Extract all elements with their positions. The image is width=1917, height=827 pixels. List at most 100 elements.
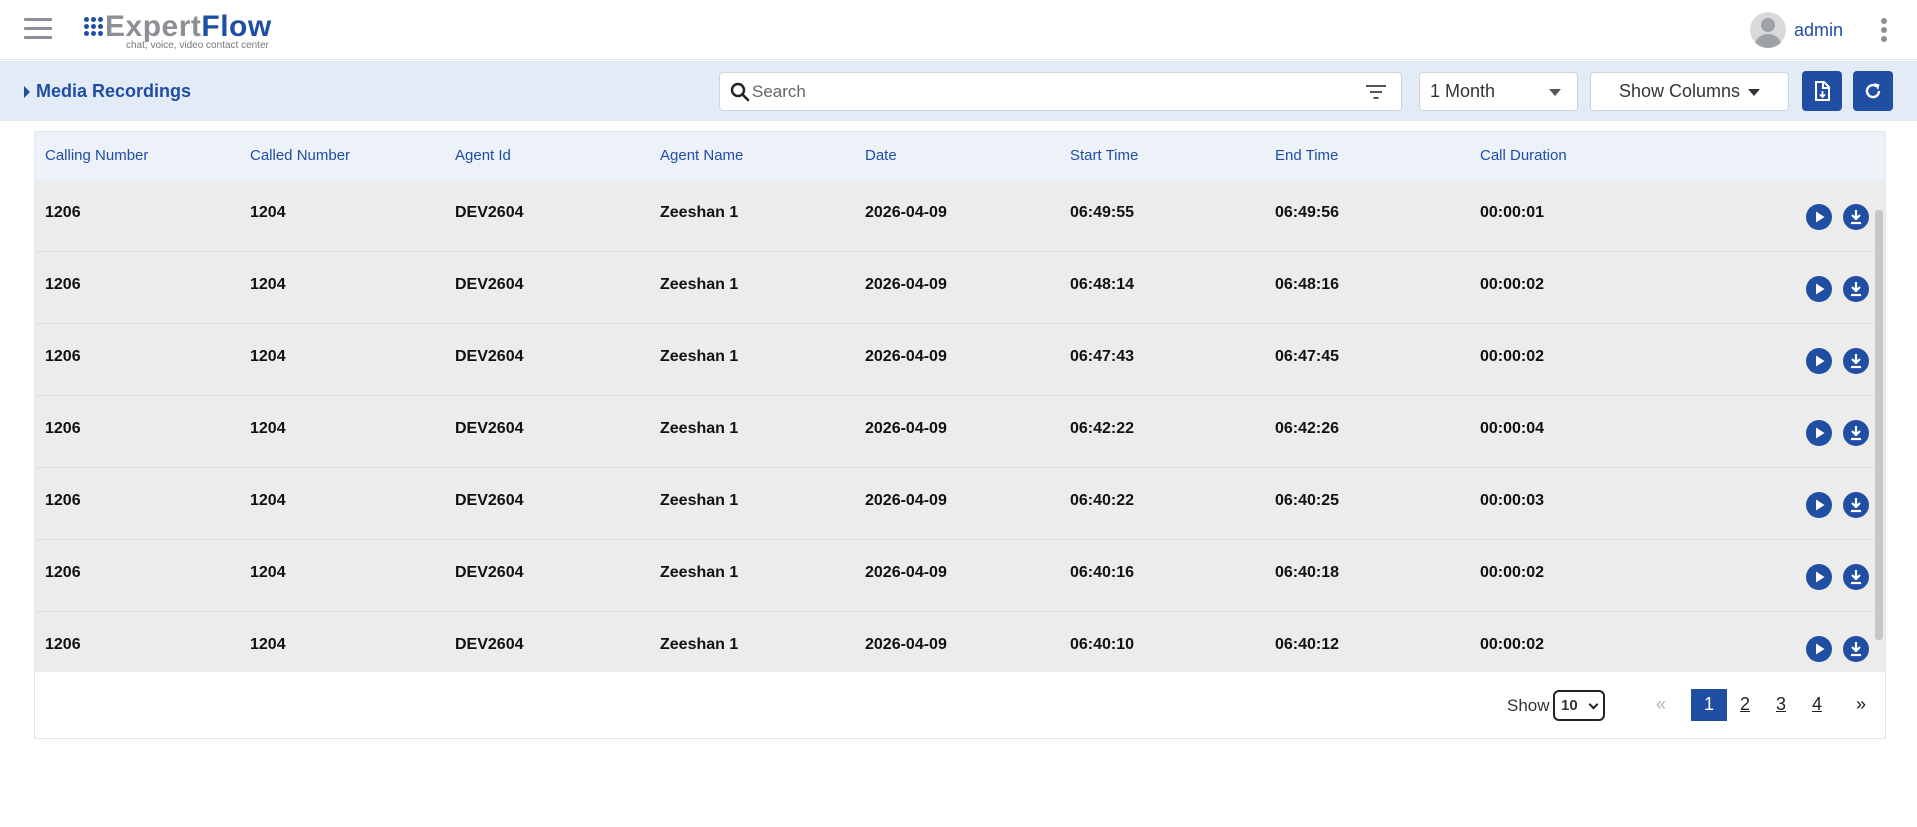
- col-start-time[interactable]: Start Time: [1070, 147, 1138, 164]
- user-menu[interactable]: admin: [1749, 11, 1843, 49]
- page-size-select[interactable]: 10: [1553, 690, 1605, 721]
- search-box: [719, 72, 1402, 111]
- page-4-button[interactable]: 4: [1807, 689, 1827, 721]
- table-row[interactable]: 1206 1204 DEV2604 Zeeshan 1 2026-04-09 06:49:…: [35, 180, 1873, 252]
- cell-date: 2026-04-09: [865, 348, 947, 365]
- cell-end-time: 06:40:18: [1275, 564, 1340, 581]
- cell-agent-id: DEV2604: [455, 492, 524, 509]
- search-input[interactable]: [752, 79, 1332, 105]
- cell-call-duration: 00:00:02: [1480, 636, 1545, 653]
- table-body[interactable]: 1206 1204 DEV2604 Zeeshan 1 2026-04-09 06:49:…: [35, 180, 1885, 672]
- refresh-icon: [1865, 83, 1881, 99]
- hamburger-menu-icon[interactable]: [24, 18, 52, 40]
- cell-called-number: 1204: [250, 204, 286, 221]
- more-options-icon[interactable]: [1881, 18, 1889, 44]
- cell-end-time: 06:40:25: [1275, 492, 1340, 509]
- cell-agent-id: DEV2604: [455, 420, 524, 437]
- cell-call-duration: 00:00:02: [1480, 564, 1545, 581]
- table-row[interactable]: 1206 1204 DEV2604 Zeeshan 1 2026-04-09 06:40:…: [35, 612, 1873, 672]
- cell-agent-id: DEV2604: [455, 564, 524, 581]
- cell-start-time: 06:40:10: [1070, 636, 1135, 653]
- cell-calling-number: 1206: [45, 204, 81, 221]
- table-row[interactable]: 1206 1204 DEV2604 Zeeshan 1 2026-04-09 06:40:…: [35, 468, 1873, 540]
- download-icon[interactable]: [1843, 564, 1869, 590]
- col-date[interactable]: Date: [865, 147, 897, 164]
- col-calling-number[interactable]: Calling Number: [45, 147, 148, 164]
- cell-agent-id: DEV2604: [455, 276, 524, 293]
- download-icon[interactable]: [1843, 636, 1869, 662]
- prev-page-button[interactable]: «: [1651, 689, 1671, 721]
- cell-start-time: 06:40:22: [1070, 492, 1135, 509]
- period-select[interactable]: 1 Month: [1419, 72, 1578, 111]
- cell-calling-number: 1206: [45, 420, 81, 437]
- vertical-scrollbar[interactable]: [1875, 210, 1883, 640]
- logo-wordmark: ExpertFlow: [105, 10, 272, 43]
- page-1-button[interactable]: 1: [1691, 689, 1727, 721]
- filter-icon[interactable]: [1365, 84, 1387, 100]
- cell-calling-number: 1206: [45, 492, 81, 509]
- cell-end-time: 06:49:56: [1275, 204, 1340, 221]
- col-agent-id[interactable]: Agent Id: [455, 147, 511, 164]
- cell-agent-id: DEV2604: [455, 636, 524, 653]
- page-title: Media Recordings: [36, 81, 192, 101]
- cell-calling-number: 1206: [45, 276, 81, 293]
- col-end-time[interactable]: End Time: [1275, 147, 1338, 164]
- col-called-number[interactable]: Called Number: [250, 147, 350, 164]
- show-columns-button[interactable]: Show Columns: [1590, 72, 1789, 111]
- cell-date: 2026-04-09: [865, 636, 947, 653]
- cell-date: 2026-04-09: [865, 564, 947, 581]
- cell-agent-id: DEV2604: [455, 348, 524, 365]
- table-header: Calling Number Called Number Agent Id Ag…: [35, 132, 1885, 180]
- cell-agent-name: Zeeshan 1: [660, 564, 739, 581]
- username[interactable]: admin: [1794, 20, 1843, 41]
- cell-date: 2026-04-09: [865, 492, 947, 509]
- next-page-button[interactable]: »: [1851, 689, 1871, 721]
- cell-end-time: 06:47:45: [1275, 348, 1340, 365]
- play-icon[interactable]: [1806, 492, 1832, 518]
- avatar[interactable]: [1749, 12, 1786, 48]
- cell-start-time: 06:47:43: [1070, 348, 1135, 365]
- export-button[interactable]: [1802, 71, 1842, 111]
- play-icon[interactable]: [1806, 276, 1832, 302]
- col-call-duration[interactable]: Call Duration: [1480, 147, 1567, 164]
- caret-down-icon: [1748, 88, 1761, 96]
- page-2-button[interactable]: 2: [1735, 689, 1755, 721]
- cell-agent-name: Zeeshan 1: [660, 420, 739, 437]
- table-row[interactable]: 1206 1204 DEV2604 Zeeshan 1 2026-04-09 06:42:…: [35, 396, 1873, 468]
- download-icon[interactable]: [1843, 348, 1869, 374]
- pagination: Show 10 « 1 2 3 4 »: [35, 672, 1885, 738]
- cell-agent-name: Zeeshan 1: [660, 636, 739, 653]
- cell-agent-name: Zeeshan 1: [660, 492, 739, 509]
- cell-calling-number: 1206: [45, 636, 81, 653]
- cell-called-number: 1204: [250, 420, 286, 437]
- download-icon[interactable]: [1843, 492, 1869, 518]
- cell-start-time: 06:40:16: [1070, 564, 1135, 581]
- col-agent-name[interactable]: Agent Name: [660, 147, 743, 164]
- app-header: ExpertFlow chat, voice, video contact ce…: [0, 0, 1917, 60]
- table-row[interactable]: 1206 1204 DEV2604 Zeeshan 1 2026-04-09 06:48:…: [35, 252, 1873, 324]
- cell-agent-name: Zeeshan 1: [660, 204, 739, 221]
- chevron-down-icon: [1549, 89, 1561, 96]
- play-icon[interactable]: [1806, 564, 1832, 590]
- download-icon[interactable]: [1843, 276, 1869, 302]
- page-3-button[interactable]: 3: [1771, 689, 1791, 721]
- cell-agent-id: DEV2604: [455, 204, 524, 221]
- chevron-down-icon: [1588, 699, 1599, 710]
- cell-call-duration: 00:00:02: [1480, 348, 1545, 365]
- play-icon[interactable]: [1806, 204, 1832, 230]
- cell-agent-name: Zeeshan 1: [660, 348, 739, 365]
- breadcrumb[interactable]: Media Recordings: [24, 81, 191, 102]
- download-icon[interactable]: [1843, 204, 1869, 230]
- cell-calling-number: 1206: [45, 564, 81, 581]
- logo-tagline: chat, voice, video contact center: [126, 40, 269, 51]
- cell-called-number: 1204: [250, 564, 286, 581]
- cell-call-duration: 00:00:03: [1480, 492, 1545, 509]
- play-icon[interactable]: [1806, 636, 1832, 662]
- play-icon[interactable]: [1806, 420, 1832, 446]
- table-row[interactable]: 1206 1204 DEV2604 Zeeshan 1 2026-04-09 06:40:…: [35, 540, 1873, 612]
- cell-called-number: 1204: [250, 276, 286, 293]
- play-icon[interactable]: [1806, 348, 1832, 374]
- download-icon[interactable]: [1843, 420, 1869, 446]
- refresh-button[interactable]: [1853, 71, 1893, 111]
- table-row[interactable]: 1206 1204 DEV2604 Zeeshan 1 2026-04-09 06:47:…: [35, 324, 1873, 396]
